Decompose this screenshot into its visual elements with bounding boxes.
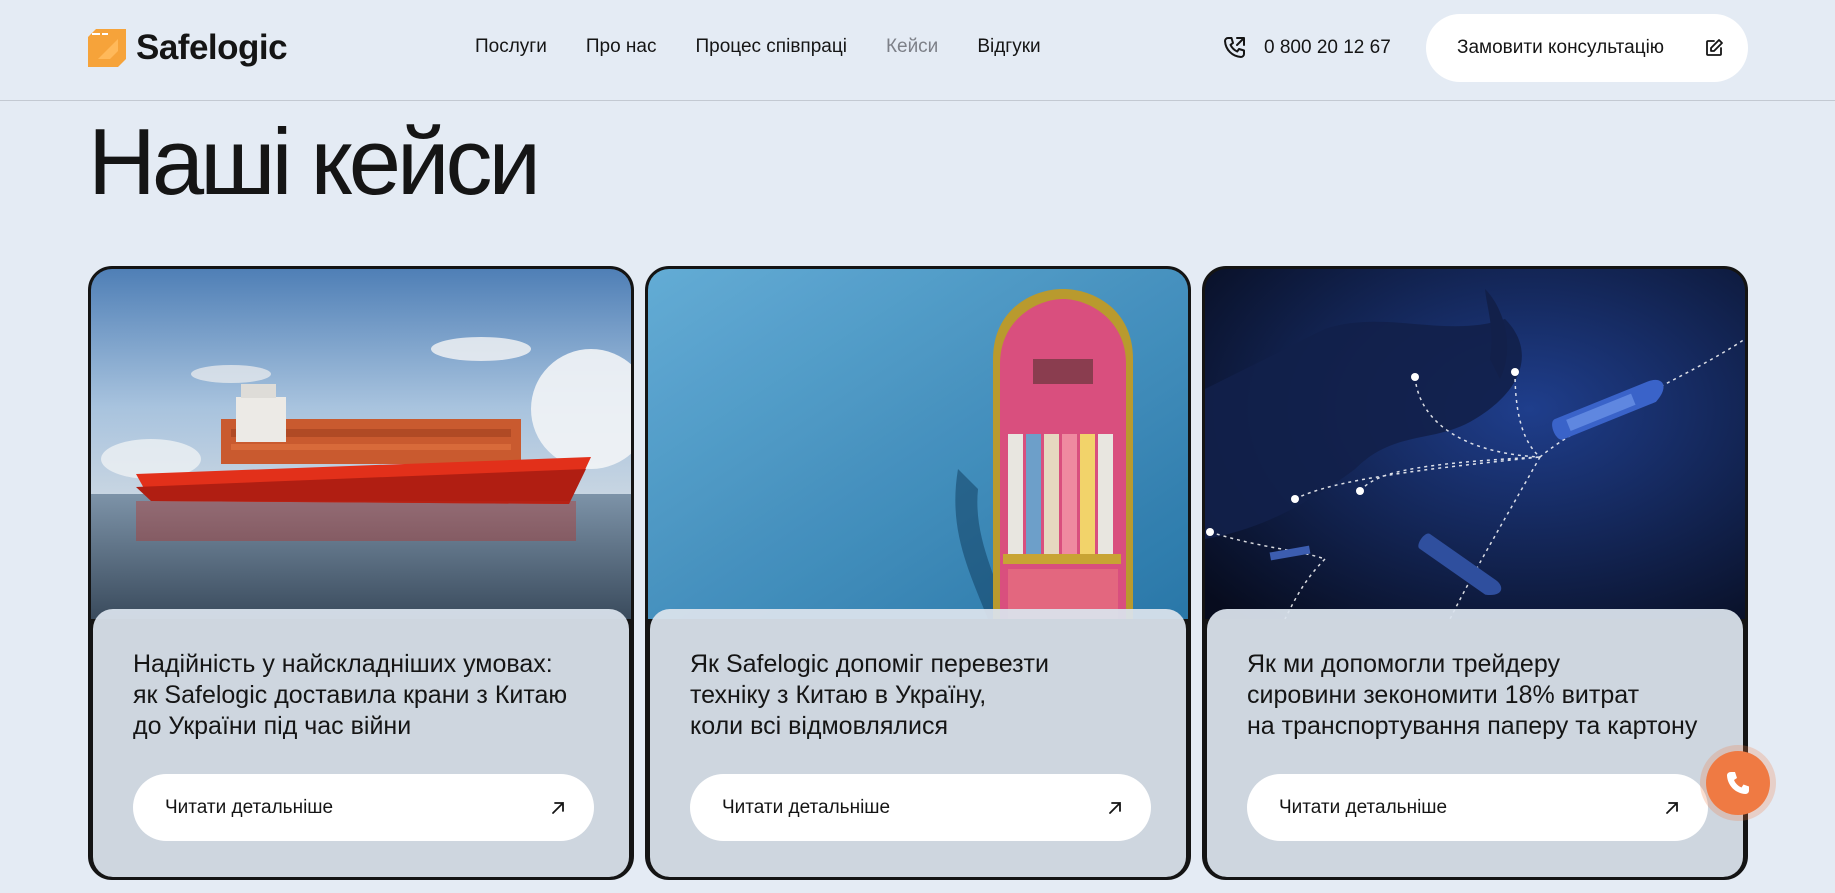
phone-icon — [1224, 37, 1245, 58]
read-more-label: Читати детальніше — [722, 796, 891, 818]
read-more-button[interactable]: Читати детальніше — [133, 774, 594, 841]
case-title: Як ми допомогли трейдеру сировини зеконо… — [1247, 650, 1698, 740]
site-header: Safelogic Послуги Про нас Процес співпра… — [0, 0, 1835, 101]
read-more-button[interactable]: Читати детальніше — [1247, 774, 1708, 841]
order-consultation-label: Замовити консультацію — [1457, 37, 1665, 58]
safelogic-logo[interactable]: Safelogic — [88, 28, 288, 68]
arrow-up-right-icon — [1109, 801, 1121, 814]
phone-icon — [1727, 772, 1749, 794]
main-nav: Послуги Про нас Процес співпраці Кейси В… — [475, 36, 1041, 58]
edit-icon — [1706, 39, 1723, 56]
arrow-up-right-icon — [1666, 801, 1678, 814]
read-more-label: Читати детальніше — [1279, 796, 1448, 818]
case-title: Як Safelogic допоміг перевезти техніку з… — [690, 650, 1049, 740]
read-more-label: Читати детальніше — [165, 796, 334, 818]
case-image-shipping-map — [1205, 269, 1745, 619]
nav-item-cases[interactable]: Кейси — [886, 36, 938, 58]
phone-number: 0 800 20 12 67 — [1264, 37, 1391, 58]
case-image-red-cargo-ship — [91, 269, 631, 619]
phone-link[interactable]: 0 800 20 12 67 — [1222, 34, 1391, 62]
call-floating-button[interactable] — [1706, 751, 1770, 815]
nav-item-services[interactable]: Послуги — [475, 36, 547, 58]
case-card: Як ми допомогли трейдеру сировини зеконо… — [1202, 266, 1748, 880]
logo-text: Safelogic — [136, 28, 288, 67]
read-more-button[interactable]: Читати детальніше — [690, 774, 1151, 841]
order-consultation-button[interactable]: Замовити консультацію — [1426, 14, 1748, 82]
case-card-body: Надійність у найскладніших умовах: як Sa… — [93, 609, 629, 877]
case-card-body: Як ми допомогли трейдеру сировини зеконо… — [1207, 609, 1743, 877]
case-image-aerial-ship — [648, 269, 1188, 619]
logo-mark-icon — [88, 29, 126, 67]
nav-item-process[interactable]: Процес співпраці — [696, 36, 847, 58]
arrow-up-right-icon — [552, 801, 564, 814]
case-card: Надійність у найскладніших умовах: як Sa… — [88, 266, 634, 880]
case-card: Як Safelogic допоміг перевезти техніку з… — [645, 266, 1191, 880]
nav-item-about[interactable]: Про нас — [586, 36, 657, 58]
case-card-body: Як Safelogic допоміг перевезти техніку з… — [650, 609, 1186, 877]
case-title: Надійність у найскладніших умовах: як Sa… — [133, 650, 568, 740]
page-title: Наші кейси — [88, 109, 541, 214]
nav-item-reviews[interactable]: Відгуки — [977, 36, 1040, 58]
